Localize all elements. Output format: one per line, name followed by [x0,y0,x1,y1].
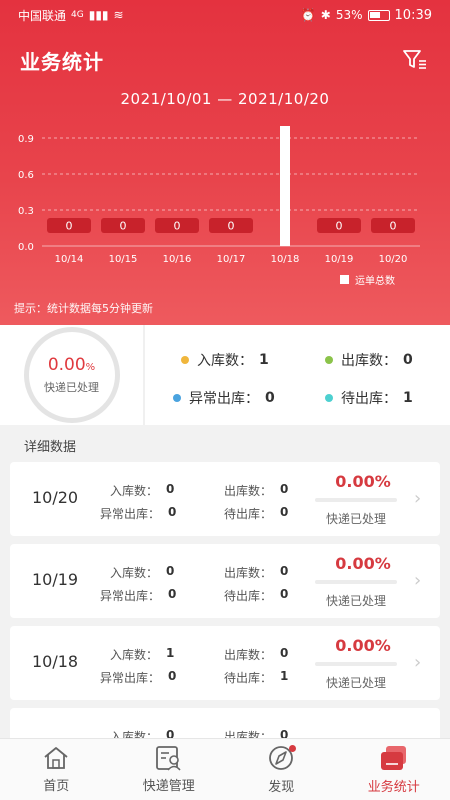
stat-pending-outbound: 待出库： 1 [325,388,413,408]
row-outbound: 出库数： 0 [224,482,289,498]
row-processed-percent: 0.00% [335,472,391,491]
bottom-tab-bar: 首页 快递管理 发现 业务统计 [0,738,450,800]
bar-value-label: 0 [228,220,235,233]
network-type: 4G [71,10,84,20]
row-processed-label: 快递已处理 [325,676,386,690]
x-tick-label: 10/20 [379,254,408,265]
tab-label: 发现 [268,780,295,795]
stat-outbound: 出库数： 0 [325,350,413,370]
stats-header-panel: 中国联通 4G ▮▮▮ ≋ ⏰ ✱ 53% 10:39 业务统计 2021/10… [0,0,450,325]
row-processed-label: 快递已处理 [325,512,386,526]
summary-panel: 0.00% 快递已处理 入库数： 1 出库数： 0 异常出库： 0 待出库： 1 [0,325,450,425]
chevron-right-icon: › [414,570,422,591]
x-tick-label: 10/19 [325,254,354,265]
chart-legend: 运单总数 [340,272,395,287]
legend-label: 运单总数 [355,276,395,287]
detail-row[interactable]: 10/20 入库数： 0 出库数： 0 异常出库： 0 待出库： 0 0.00% 快递已… [10,462,440,536]
y-tick-label: 0.0 [18,242,34,253]
bar-value-label: 0 [120,220,127,233]
stats-icon [380,746,406,770]
row-date: 10/18 [32,652,79,671]
row-pending: 待出库： 0 [224,587,289,603]
battery-percent: 53% [335,8,363,22]
detail-row[interactable]: 10/19 入库数： 0 出库数： 0 异常出库： 0 待出库： 0 0.00% 快递已… [10,544,440,618]
y-tick-label: 0.6 [18,170,34,181]
detail-section-label: 详细数据 [24,440,77,455]
x-tick-label: 10/15 [109,254,138,265]
row-abnormal: 异常出库： 0 [100,505,177,521]
y-tick-label: 0.9 [18,134,34,145]
row-pending: 待出库： 1 [224,669,289,685]
processed-percent: 0.00% [47,355,96,375]
row-date: 10/19 [32,570,79,589]
tab-discover[interactable]: 发现 [225,739,338,800]
tab-label: 首页 [43,779,70,794]
carrier-name: 中国联通 [18,8,67,23]
tab-label: 业务统计 [367,780,420,795]
row-abnormal: 异常出库： 0 [100,587,177,603]
row-progress-bar [315,498,397,502]
clock-time: 10:39 [394,7,432,23]
filter-button[interactable] [400,45,430,75]
processed-label: 快递已处理 [44,381,99,394]
bar-value-label: 0 [174,220,181,233]
bluetooth-icon: ✱ [320,8,331,22]
page-title: 业务统计 [20,49,104,74]
home-icon [44,747,68,769]
row-pending: 待出库： 0 [224,505,289,521]
tab-package-manage[interactable]: 快递管理 [113,739,226,800]
x-tick-label: 10/16 [163,254,192,265]
notification-dot [289,745,296,752]
wifi-icon: ≋ [113,8,124,22]
stat-abnormal-outbound: 异常出库： 0 [173,388,275,408]
tab-home[interactable]: 首页 [0,739,113,800]
bar-value-label: 0 [390,220,397,233]
stat-dot [325,356,333,364]
x-tick-label: 10/14 [55,254,84,265]
signal-icon: ▮▮▮ [88,8,109,22]
row-abnormal: 异常出库： 0 [100,669,177,685]
row-inbound: 入库数： 1 [110,646,175,662]
x-tick-label: 10/18 [271,254,300,265]
row-progress-bar [315,662,397,666]
tab-label: 快递管理 [142,779,195,794]
battery-icon [367,9,390,21]
chevron-right-icon: › [414,488,422,509]
row-date: 10/20 [32,488,79,507]
bar-value-label: 0 [336,220,343,233]
alarm-icon: ⏰ [300,8,316,22]
filter-icon [403,50,426,69]
update-hint: 提示：统计数据每5分钟更新 [14,302,153,315]
package-manage-icon [155,746,181,771]
x-tick-label: 10/17 [217,254,246,265]
stat-inbound: 入库数： 1 [181,350,269,370]
stat-dot [173,394,181,402]
row-processed-percent: 0.00% [335,554,391,573]
row-inbound: 入库数： 0 [110,564,175,580]
y-tick-label: 0.3 [18,206,34,217]
row-outbound: 出库数： 0 [224,646,289,662]
stat-dot [325,394,333,402]
status-bar: 中国联通 4G ▮▮▮ ≋ ⏰ ✱ 53% 10:39 [0,0,450,30]
chevron-right-icon: › [414,652,422,673]
row-processed-label: 快递已处理 [325,594,386,608]
detail-row[interactable]: 10/18 入库数： 1 出库数： 0 异常出库： 0 待出库： 1 0.00% 快递已… [10,626,440,700]
date-range[interactable]: 2021/10/01 — 2021/10/20 [0,90,450,108]
stat-dot [181,356,189,364]
bar-value-label: 0 [66,220,73,233]
tab-stats[interactable]: 业务统计 [338,739,450,800]
legend-swatch [340,275,349,284]
chart-bar [280,126,290,246]
row-progress-bar [315,580,397,584]
row-outbound: 出库数： 0 [224,564,289,580]
processed-ring: 0.00% 快递已处理 [23,327,120,423]
row-inbound: 入库数： 0 [110,482,175,498]
daily-waybill-chart: 0.00.30.60.9010/14010/15010/16010/17110/… [18,126,420,265]
row-processed-percent: 0.00% [335,636,391,655]
